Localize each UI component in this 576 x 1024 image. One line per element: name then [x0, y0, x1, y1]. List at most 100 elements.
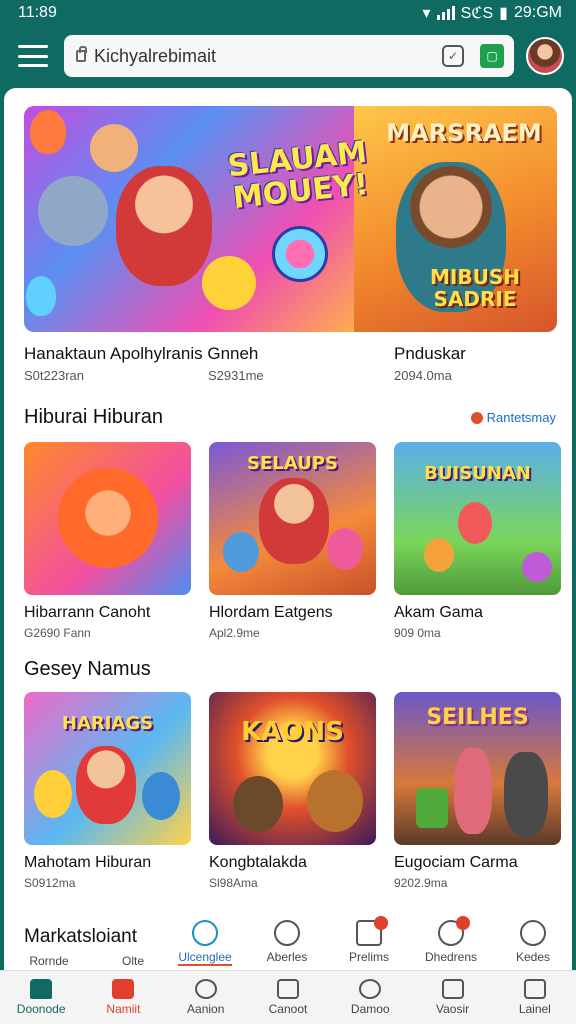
- category-item[interactable]: Dhedrens: [416, 916, 486, 964]
- kid-character: [223, 532, 259, 572]
- home-icon: [30, 979, 53, 999]
- banner-headline: SLAUAM MOUEY!: [226, 134, 370, 216]
- game-tile[interactable]: SEILHES: [394, 692, 561, 845]
- game-title[interactable]: Mahotam Hiburan: [24, 854, 151, 872]
- game-tile[interactable]: HARIAGS: [24, 692, 191, 845]
- avatar[interactable]: [526, 37, 564, 75]
- network-label: SℭS: [460, 5, 494, 22]
- house-icon: [112, 979, 135, 999]
- tile-art-title: SEILHES: [426, 705, 529, 730]
- game-tile[interactable]: SELAUPS: [209, 442, 376, 595]
- tile-art-title: KAONS: [241, 717, 344, 747]
- game-meta: G2690 Fann: [24, 626, 91, 640]
- bottom-nav: Doonode Namiit Aanion Canoot Damoo Vaosi…: [0, 970, 576, 1024]
- hero-sub-left: S0t223ran: [24, 368, 84, 383]
- fire-icon: [470, 411, 483, 424]
- nav-item-home[interactable]: Doonode: [0, 971, 82, 1024]
- tabs-icon[interactable]: ▢: [480, 44, 504, 68]
- game-tile[interactable]: KAONS: [209, 692, 376, 845]
- status-icons: ▾ SℭS ▮ 29:GM: [423, 3, 562, 23]
- notification-badge: [456, 916, 470, 930]
- user-icon: [520, 920, 546, 946]
- boy-character: [116, 166, 212, 286]
- nav-item-hot[interactable]: Namiit: [82, 971, 164, 1024]
- status-bar: 11:89 ▾ SℭS ▮ 29:GM: [0, 0, 576, 26]
- search-icon: [359, 979, 382, 999]
- notification-badge: [374, 916, 388, 930]
- section-title: Hiburai Hiburan: [24, 406, 163, 428]
- tile-art-title: BUISUNAN: [424, 463, 531, 484]
- category-item-active[interactable]: Ulcenglee: [170, 920, 240, 966]
- category-item[interactable]: Prelims: [334, 916, 404, 964]
- nav-item-tablet[interactable]: Vaosir: [411, 971, 493, 1024]
- heart-icon: [272, 226, 328, 282]
- game-meta: Sl98Ama: [209, 876, 258, 890]
- chest-icon: [416, 788, 448, 828]
- game-title[interactable]: Akam Gama: [394, 604, 483, 622]
- hero-sub-right: 2094.0ma: [394, 368, 452, 383]
- address-input[interactable]: Kichyalrebimait: [94, 46, 432, 67]
- address-bar[interactable]: Kichyalrebimait ✓ ▢: [64, 35, 514, 77]
- boy-character: [259, 478, 329, 564]
- app-bar: Kichyalrebimait ✓ ▢: [0, 26, 576, 86]
- wallet-icon: [276, 979, 299, 999]
- game-meta: Apl2.9me: [209, 626, 260, 640]
- tile-art-title: SELAUPS: [247, 453, 338, 474]
- heart-icon: [194, 979, 217, 999]
- girl-character: [454, 748, 492, 834]
- game-tile[interactable]: BUISUNAN: [394, 442, 561, 595]
- nav-item-list[interactable]: Lainel: [494, 971, 576, 1024]
- bear-character: [38, 176, 108, 246]
- girl-character: [90, 124, 138, 172]
- menu-icon[interactable]: [18, 45, 48, 67]
- kid-character: [458, 502, 492, 544]
- category-row: Markatsloiant Rornde Olte Ulcenglee Aber…: [4, 914, 572, 970]
- signal-icon: [436, 6, 455, 20]
- balloon-icon: [26, 276, 56, 316]
- category-title: Markatsloiant: [24, 926, 137, 947]
- girl-character: [34, 770, 72, 818]
- category-item[interactable]: Kedes: [498, 920, 568, 964]
- nav-item-favorites[interactable]: Aanion: [165, 971, 247, 1024]
- lock-icon: [76, 46, 87, 62]
- game-title[interactable]: Hlordam Eatgens: [209, 604, 333, 622]
- category-item[interactable]: Olte: [98, 954, 168, 968]
- see-more-link[interactable]: Rantetsmay: [470, 410, 556, 425]
- bear-character: [58, 468, 158, 568]
- banner-title-right: MARSRAEM: [386, 119, 542, 147]
- banner-subtitle-right: MIBUSH SADRIE: [430, 265, 520, 311]
- category-item[interactable]: Aberles: [252, 920, 322, 964]
- game-title[interactable]: Hibarrann Canoht: [24, 604, 150, 622]
- game-meta: 9202.9ma: [394, 876, 448, 890]
- girl-character: [327, 528, 363, 570]
- tablet-icon: [356, 916, 388, 946]
- bookmark-check-icon[interactable]: ✓: [442, 45, 464, 67]
- kid-character: [142, 772, 180, 820]
- dashboard-icon: [192, 920, 218, 946]
- nav-item-wallet[interactable]: Canoot: [247, 971, 329, 1024]
- kid-character: [424, 538, 454, 572]
- hero-caption-right[interactable]: Pnduskar: [394, 344, 466, 364]
- tile-art-title: HARIAGS: [61, 713, 154, 734]
- hero-sub-mid: S2931me: [208, 368, 264, 383]
- character: [233, 776, 283, 832]
- creature-character: [522, 552, 552, 582]
- hero-banner[interactable]: SLAUAM MOUEY! MARSRAEM MIBUSH SADRIE: [24, 106, 557, 332]
- game-meta: S0912ma: [24, 876, 76, 890]
- hero-caption-left[interactable]: Hanaktaun Apolhylranis Gnneh: [24, 344, 258, 364]
- nav-item-search[interactable]: Damoo: [329, 971, 411, 1024]
- wifi-icon: ▾: [422, 5, 431, 22]
- status-time: 11:89: [18, 4, 57, 21]
- game-title[interactable]: Eugociam Carma: [394, 854, 518, 872]
- gear-icon: [438, 916, 470, 946]
- list-icon: [523, 979, 546, 999]
- boy-character: [76, 746, 136, 824]
- game-title[interactable]: Kongbtalakda: [209, 854, 307, 872]
- man-character: [504, 752, 548, 836]
- character: [307, 770, 363, 832]
- main-content: SLAUAM MOUEY! MARSRAEM MIBUSH SADRIE Han…: [4, 88, 572, 970]
- game-tile[interactable]: [24, 442, 191, 595]
- emoji-character: [202, 256, 256, 310]
- category-item[interactable]: Rornde: [14, 954, 84, 968]
- tablet-icon: [441, 979, 464, 999]
